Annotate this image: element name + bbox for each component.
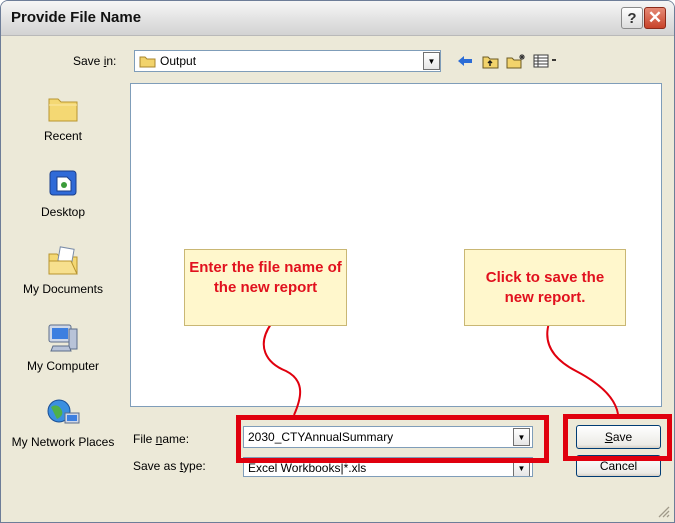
save-callout: Click to save the new report. <box>464 249 626 326</box>
file-name-callout: Enter the file name of the new report <box>184 249 347 326</box>
save-dialog: Provide File Name ? ✕ Save in: Output ▼ <box>0 0 675 523</box>
